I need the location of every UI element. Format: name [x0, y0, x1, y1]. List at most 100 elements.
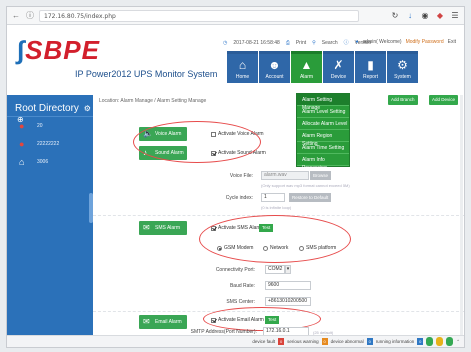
sms-test-button[interactable]: Test	[259, 224, 274, 232]
device-abnormal-badge[interactable]: 0	[366, 338, 373, 345]
browser-window: ← ⓘ 172.16.80.75/index.php ↻ ↓ ◉ ◆ ☰ ∫SB…	[6, 6, 465, 348]
dropdown-item-alarm-time-setting[interactable]: Alarm Time Setting	[297, 142, 349, 154]
speaker-icon: 🔈	[143, 129, 153, 138]
user-icon: ☻	[268, 58, 281, 72]
user-welcome: admin( Welcome)	[362, 39, 402, 45]
sms-icon: ✉	[143, 223, 150, 232]
sound-alarm-label: ♪ Sound Alarm	[139, 146, 187, 160]
browser-actions: ↻ ↓ ◉ ◆ ☰	[390, 11, 460, 21]
email-test-button[interactable]: Test	[265, 316, 280, 324]
alarm-dropdown-menu: Alarm Setting Manage Alarm Level Setting…	[296, 93, 350, 171]
email-alarm-option[interactable]: Activate Email Alarm	[211, 317, 264, 323]
dropdown-item-alarm-region-setting[interactable]: Alarm Region Setting	[297, 130, 349, 147]
network-radio[interactable]	[263, 245, 268, 251]
serious-warning-badge[interactable]: 0	[321, 338, 328, 345]
menu-alarm[interactable]: ▲ Alarm	[291, 51, 322, 83]
network-option[interactable]: Network	[263, 245, 288, 251]
status-light-icon	[436, 337, 444, 346]
clock-icon: ◷	[223, 39, 228, 46]
address-bar[interactable]: 172.16.80.75/index.php	[39, 9, 359, 22]
breadcrumb: Location: Alarm Manage / Alarm Setting M…	[99, 98, 207, 104]
dropdown-item-alarm-info-processing[interactable]: Alarm Info Processing	[297, 154, 349, 171]
download-icon[interactable]: ↓	[405, 11, 415, 21]
serious-warning-label: serious warning	[287, 339, 319, 344]
sms-platform-option[interactable]: SMS platform	[299, 245, 336, 251]
shield-icon[interactable]: ◆	[435, 11, 445, 21]
voice-alarm-checkbox[interactable]	[211, 131, 216, 137]
running-information-badge[interactable]: 0	[417, 338, 424, 345]
alert-device-icon: ●	[19, 139, 25, 149]
running-information-label: running information	[375, 339, 415, 344]
cycle-index-input[interactable]: 1	[261, 193, 285, 202]
restore-default-button[interactable]: Restore to Default	[289, 193, 332, 202]
user-info: ● admin( Welcome) Modify Password Exit	[355, 39, 456, 45]
tools-icon: ✗	[333, 58, 344, 72]
exit-link[interactable]: Exit	[448, 39, 456, 45]
sidebar-item-22222222[interactable]: ● 22222222	[7, 135, 93, 153]
chevron-down-icon[interactable]: ▾	[285, 265, 291, 274]
sound-alarm-option[interactable]: Activate Sound Alarm	[211, 150, 266, 156]
sms-center-label: SMS Center:	[226, 299, 255, 305]
dropdown-item-alarm-setting-manage[interactable]: Alarm Setting Manage	[297, 94, 349, 111]
voice-file-hint: (Only support wav mp3 format cannot exce…	[261, 183, 350, 188]
device-abnormal-label: device abnormal	[330, 339, 364, 344]
reload-icon[interactable]: ↻	[390, 11, 400, 21]
menu-home[interactable]: ⌂ Home	[227, 51, 258, 83]
print-link[interactable]: Print	[296, 40, 306, 46]
add-device-button[interactable]: Add Device	[429, 95, 459, 105]
menu-report[interactable]: ▮ Report	[355, 51, 386, 83]
baud-rate-label: Baud Rate:	[229, 283, 255, 289]
sidebar-title: Root Directory ⚙ ⊕	[7, 95, 93, 124]
brand-logo: ∫SBPE	[17, 35, 100, 65]
app-header: ∫SBPE IP Power2012 UPS Monitor System ◷ …	[7, 25, 464, 95]
email-alarm-checkbox[interactable]	[211, 317, 216, 323]
sms-alarm-option[interactable]: Activate SMS Alarm	[211, 225, 262, 231]
sound-icon: ♪	[143, 148, 147, 157]
cycle-index-hint: (0 is infinite loop)	[261, 205, 292, 210]
voice-file-label: Voice File:	[229, 173, 253, 179]
gsm-modem-radio[interactable]	[217, 245, 222, 251]
connectivity-port-select[interactable]: COM2	[265, 265, 285, 274]
version-icon[interactable]: ⓘ	[344, 39, 349, 46]
lock-icon[interactable]: ◉	[420, 11, 430, 21]
main-content: Location: Alarm Manage / Alarm Setting M…	[93, 95, 464, 336]
annotation-circle	[199, 215, 351, 263]
sms-alarm-checkbox[interactable]	[211, 225, 216, 231]
voice-alarm-option[interactable]: Activate Voice Alarm	[211, 131, 264, 137]
status-light-icon	[426, 337, 434, 346]
search-icon[interactable]: ⚲	[312, 40, 316, 46]
content-scrollbar[interactable]	[460, 95, 463, 337]
expand-icon[interactable]: ⌃	[456, 339, 460, 345]
back-icon[interactable]: ←	[11, 11, 21, 21]
voice-file-input[interactable]: alarm.wav	[261, 171, 309, 180]
menu-device[interactable]: ✗ Device	[323, 51, 354, 83]
sidebar-item-3006[interactable]: ⌂ 3006	[7, 153, 93, 171]
header-datetime: 2017-08-21 16:58:48	[233, 39, 280, 46]
modify-password-link[interactable]: Modify Password	[406, 39, 444, 45]
sound-alarm-checkbox[interactable]	[211, 150, 216, 156]
alert-device-icon: ●	[19, 121, 25, 131]
browse-button[interactable]: Browse	[310, 171, 332, 180]
info-icon[interactable]: ⓘ	[25, 11, 35, 21]
main-menu: ⌂ Home ☻ Account ▲ Alarm ✗ Device ▮ Repo…	[227, 51, 418, 83]
app-subtitle: IP Power2012 UPS Monitor System	[75, 69, 218, 79]
sms-platform-radio[interactable]	[299, 245, 304, 251]
dropdown-item-allocate-alarm-level[interactable]: Allocate Alarm Level	[297, 118, 349, 130]
alarm-icon: ▲	[300, 58, 313, 72]
baud-rate-input[interactable]: 9600	[265, 281, 311, 290]
gsm-modem-option[interactable]: GSM Modem	[217, 245, 253, 251]
menu-account[interactable]: ☻ Account	[259, 51, 290, 83]
device-fault-label: device fault	[252, 339, 276, 344]
browser-toolbar: ← ⓘ 172.16.80.75/index.php ↻ ↓ ◉ ◆ ☰	[7, 7, 464, 25]
status-light-icon	[446, 337, 454, 346]
dropdown-item-alarm-level-setting[interactable]: Alarm Level Setting	[297, 106, 349, 118]
email-alarm-label: ✉ Email Alarm	[139, 315, 187, 329]
menu-system[interactable]: ⚙ System	[387, 51, 418, 83]
print-icon[interactable]: ⎙	[286, 40, 290, 46]
add-branch-button[interactable]: Add Branch	[388, 95, 418, 105]
sms-center-input[interactable]: +8613010200500	[265, 297, 311, 306]
search-link[interactable]: Search	[322, 40, 338, 46]
settings-icon[interactable]: ⚙	[84, 104, 91, 113]
menu-icon[interactable]: ☰	[450, 11, 460, 21]
device-fault-badge[interactable]: 0	[278, 338, 285, 345]
